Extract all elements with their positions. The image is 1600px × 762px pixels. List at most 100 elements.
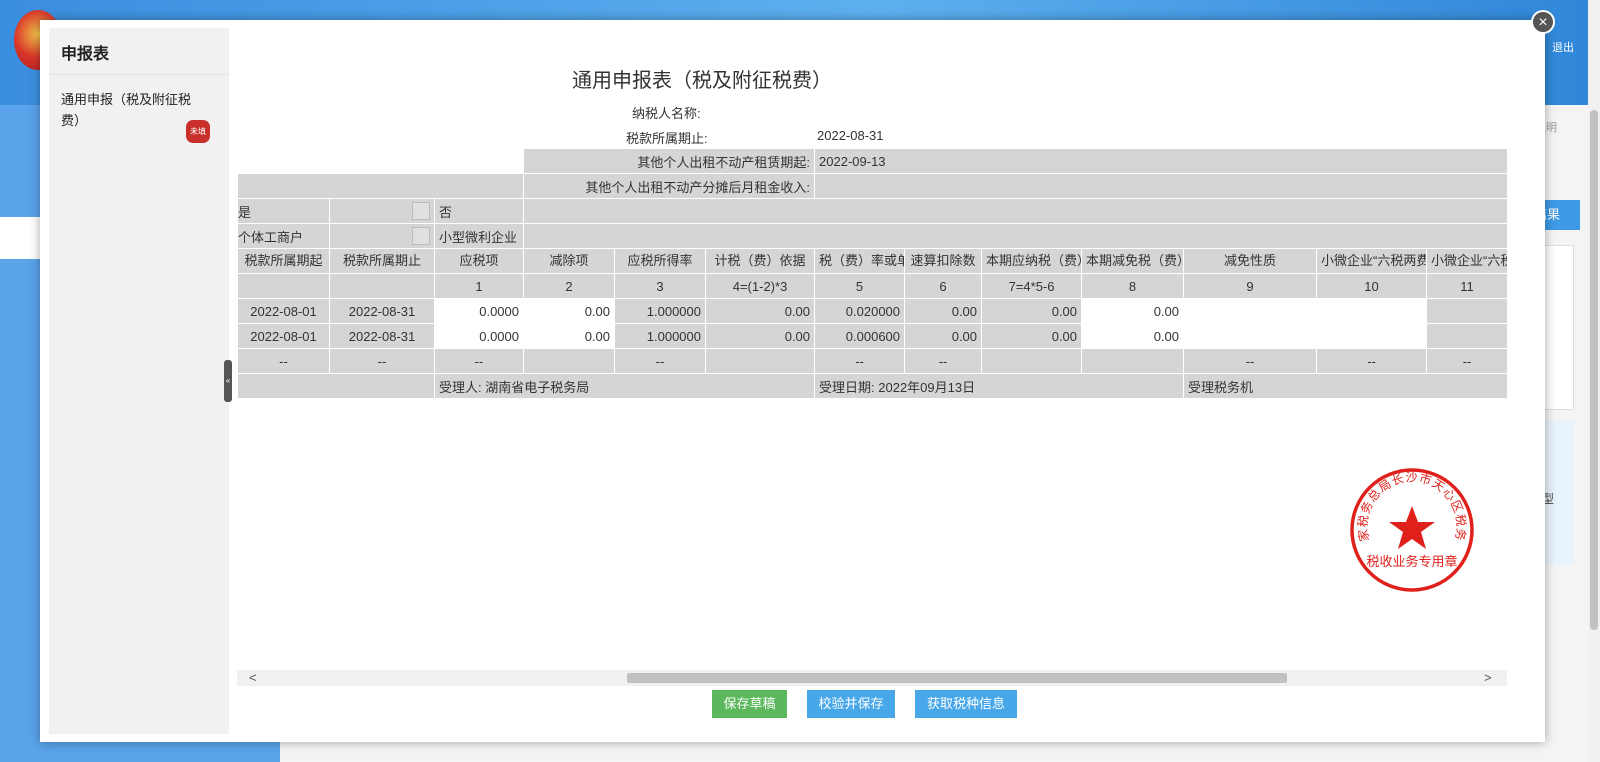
exit-link[interactable]: 退出 (1552, 39, 1574, 55)
table-row: 2022-08-01 2022-08-31 0.0000 0.00 1.000000 0.… (237, 323, 1507, 349)
close-icon[interactable]: × (1531, 10, 1555, 34)
fetch-tax-info-button[interactable]: 获取税种信息 (915, 690, 1017, 718)
declaration-modal: 申报表 通用申报（税及附征税费） 未填 « 通用申报表（税及附征税费） 纳税人名… (40, 20, 1545, 742)
table-cell: 2022-08-01 (237, 298, 330, 324)
total-cell: -- (1183, 348, 1318, 374)
table-header-row: 税款所属期起税款所属期止应税项减除项应税所得率计税（费）依据税（费）率或单位税额… (237, 248, 1507, 274)
column-index (237, 273, 330, 299)
editable-cell[interactable]: 0.00 (1081, 323, 1185, 349)
total-cell: -- (614, 348, 706, 374)
column-index: 8 (1081, 273, 1185, 299)
declaration-table: 其他个人出租不动产租赁期起: 2022-09-13 其他个人出租不动产分摊后月租… (237, 148, 1507, 399)
editable-cell[interactable]: 0.00 (523, 298, 615, 324)
sidebar-collapse-handle[interactable]: « (224, 360, 232, 402)
editable-cell[interactable]: 0.0000 (434, 323, 524, 349)
total-cell (1081, 348, 1185, 374)
total-cell: -- (814, 348, 906, 374)
editable-cell[interactable] (1316, 298, 1428, 324)
modal-sidebar: 申报表 通用申报（税及附征税费） 未填 (49, 28, 229, 734)
table-cell: 0.020000 (814, 298, 906, 324)
rental-start-value: 2022-09-13 (814, 148, 1507, 174)
column-header: 税（费）率或单位税额 (814, 248, 906, 274)
table-cell: 0.00 (904, 298, 983, 324)
seal-bottom-text: 税收业务专用章 (1366, 554, 1457, 570)
total-cell: -- (434, 348, 524, 374)
receiver-label: 受理人: 湖南省电子税务局 (433, 373, 816, 399)
total-cell: -- (1316, 348, 1428, 374)
blank-cell (522, 198, 1507, 224)
option-checkbox-cell (329, 198, 435, 224)
rental-income-label: 其他个人出租不动产分摊后月租金收入: (522, 173, 816, 199)
period-end-value: 2022-08-31 (817, 128, 884, 143)
form-content: 通用申报表（税及附征税费） 纳税人名称: 税款所属期止: 2022-08-31 … (237, 20, 1507, 742)
rental-start-label: 其他个人出租不动产租赁期起: (522, 148, 816, 174)
sidebar-title: 申报表 (49, 28, 229, 75)
receive-date-label: 受理日期: 2022年09月13日 (814, 373, 1185, 399)
column-header: 应税项 (434, 248, 524, 274)
total-cell (523, 348, 615, 374)
table-cell: 0.00 (904, 323, 983, 349)
table-cell: 0.00 (981, 323, 1083, 349)
column-header: 计税（费）依据 (704, 248, 816, 274)
editable-cell[interactable]: 0.00 (523, 323, 615, 349)
column-index: 7=4*5-6 (981, 273, 1083, 299)
table-cell: 2022-08-31 (329, 323, 435, 349)
form-title: 通用申报表（税及附征税费） (572, 70, 832, 92)
page-scrollbar-thumb[interactable] (1590, 110, 1598, 630)
rental-income-value[interactable] (814, 173, 1507, 199)
column-index (329, 273, 435, 299)
column-index: 4=(1-2)*3 (704, 273, 816, 299)
column-header: 减免性质 (1183, 248, 1318, 274)
table-cell: 2022-08-31 (329, 298, 435, 324)
table-cell: 0.00 (704, 323, 816, 349)
table-total-row: -- -- -- -- -- -- -- -- -- (237, 348, 1507, 374)
column-index: 5 (814, 273, 906, 299)
sidebar-item-label: 通用申报（税及附征税费） (61, 92, 192, 128)
period-end-label: 税款所属期止: (626, 131, 708, 146)
total-cell: -- (1426, 348, 1507, 374)
editable-cell[interactable]: 0.0000 (434, 298, 524, 324)
checkbox[interactable] (412, 227, 430, 245)
table-cell (1426, 298, 1507, 324)
total-cell: -- (237, 348, 330, 374)
editable-cell[interactable]: 0.00 (1081, 298, 1185, 324)
horizontal-scrollbar[interactable]: < > (237, 670, 1507, 686)
column-index: 11 (1426, 273, 1507, 299)
column-header: 小微企业“六税两费”减免性质 (1316, 248, 1428, 274)
option-no-label: 否 (434, 198, 524, 224)
blank-cell (237, 373, 435, 399)
table-cell (1426, 323, 1507, 349)
column-index: 3 (614, 273, 706, 299)
verify-save-button[interactable]: 校验并保存 (807, 690, 895, 718)
total-cell (981, 348, 1083, 374)
column-index: 1 (434, 273, 524, 299)
table-cell: 0.00 (981, 298, 1083, 324)
column-header: 本期应纳税（费）额 (981, 248, 1083, 274)
editable-cell[interactable] (1183, 298, 1318, 324)
column-header: 减除项 (523, 248, 615, 274)
save-draft-button[interactable]: 保存草稿 (712, 690, 787, 718)
blank-cell (237, 148, 524, 174)
option-small-micro-label: 小型微利企业 (434, 223, 524, 249)
table-cell: 1.000000 (614, 323, 706, 349)
blank-cell (237, 173, 524, 199)
blank-cell (522, 223, 1507, 249)
scroll-right-icon[interactable]: > (1484, 670, 1492, 686)
editable-cell[interactable] (1316, 323, 1428, 349)
checkbox[interactable] (412, 202, 430, 220)
horizontal-scrollbar-thumb[interactable] (627, 673, 1287, 683)
table-cell: 0.00 (704, 298, 816, 324)
editable-cell[interactable] (1183, 323, 1318, 349)
column-index: 2 (523, 273, 615, 299)
scroll-left-icon[interactable]: < (249, 670, 257, 686)
column-header: 应税所得率 (614, 248, 706, 274)
unfilled-badge: 未填 (186, 120, 210, 143)
column-header: 速算扣除数 (904, 248, 983, 274)
column-index: 9 (1183, 273, 1318, 299)
tax-office-label: 受理税务机 (1183, 373, 1507, 399)
table-row: 2022-08-01 2022-08-31 0.0000 0.00 1.000000 0.… (237, 298, 1507, 324)
sidebar-item-general-declaration[interactable]: 通用申报（税及附征税费） 未填 (49, 75, 229, 143)
option-checkbox-cell (329, 223, 435, 249)
taxpayer-name-label: 纳税人名称: (632, 106, 701, 121)
option-yes-label: 是 (237, 198, 330, 224)
